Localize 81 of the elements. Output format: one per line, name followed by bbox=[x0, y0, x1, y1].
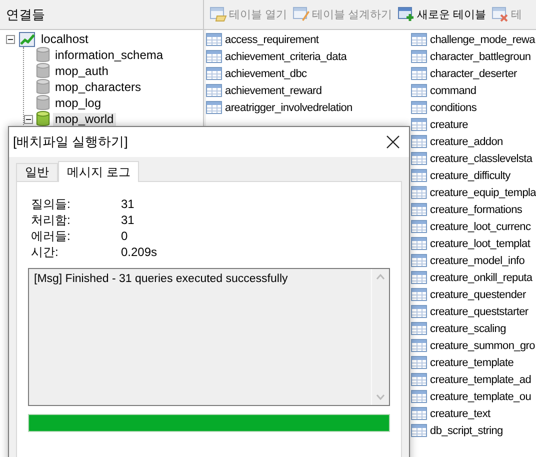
table-name[interactable]: challenge_mode_rewa bbox=[430, 34, 535, 46]
table-icon bbox=[411, 67, 427, 80]
design-table-icon bbox=[293, 7, 310, 22]
dialog-title: [배치파일 실행하기] bbox=[13, 133, 128, 151]
table-name[interactable]: creature_template_ou bbox=[430, 390, 532, 402]
table-name[interactable]: creature_queststarter bbox=[430, 306, 528, 318]
table-icon bbox=[411, 373, 427, 386]
table-name[interactable]: access_requirement bbox=[225, 34, 319, 46]
table-name[interactable]: creature_text bbox=[430, 408, 490, 420]
stat-value: 0 bbox=[121, 228, 129, 244]
table-name[interactable]: areatrigger_involvedrelation bbox=[225, 102, 352, 114]
log-line: [Msg] Finished - 31 queries executed successfully bbox=[34, 273, 289, 285]
table-icon bbox=[411, 33, 427, 46]
toolbar-button[interactable]: 새로운 테이블 bbox=[397, 7, 488, 22]
table-name[interactable]: command bbox=[430, 84, 476, 96]
tree-item[interactable]: information_schema bbox=[53, 48, 166, 62]
table-icon bbox=[411, 407, 427, 420]
table-name[interactable]: db_script_string bbox=[430, 424, 503, 436]
tree-item[interactable]: mop_characters bbox=[53, 80, 144, 94]
table-icon bbox=[411, 84, 427, 97]
table-icon bbox=[411, 203, 427, 216]
table-name[interactable]: creature_loot_templat bbox=[430, 238, 530, 250]
table-icon bbox=[411, 135, 427, 148]
table-name[interactable]: creature_model_info bbox=[430, 254, 525, 266]
stat-label: 에러들: bbox=[31, 228, 72, 244]
table-name[interactable]: creature_equip_templa bbox=[430, 186, 536, 198]
table-icon bbox=[411, 220, 427, 233]
table-icon bbox=[411, 271, 427, 284]
stat-value: 31 bbox=[121, 212, 136, 228]
stat-value: 31 bbox=[121, 196, 136, 212]
table-icon bbox=[411, 288, 427, 301]
table-name[interactable]: creature_template_ad bbox=[430, 374, 532, 386]
table-icon bbox=[411, 390, 427, 403]
server-icon bbox=[18, 30, 36, 48]
table-name[interactable]: creature_classlevelsta bbox=[430, 152, 532, 164]
table-icon bbox=[411, 356, 427, 369]
collapse-icon[interactable] bbox=[6, 34, 15, 44]
delete-table-icon bbox=[492, 7, 510, 22]
table-icon bbox=[411, 339, 427, 352]
table-name[interactable]: creature_loot_currenc bbox=[430, 220, 531, 232]
new-table-icon bbox=[398, 7, 416, 22]
table-icon bbox=[411, 305, 427, 318]
table-name[interactable]: character_deserter bbox=[430, 68, 517, 80]
table-name[interactable]: character_battlegroun bbox=[430, 50, 531, 62]
table-icon bbox=[411, 186, 427, 199]
panel-title: 연결들 bbox=[6, 6, 45, 24]
table-name[interactable]: achievement_criteria_data bbox=[225, 50, 347, 62]
tree-item[interactable]: mop_world bbox=[53, 112, 116, 126]
table-name[interactable]: conditions bbox=[430, 102, 477, 114]
table-name[interactable]: creature_formations bbox=[430, 204, 522, 216]
table-icon bbox=[411, 152, 427, 165]
table-name[interactable]: creature_template bbox=[430, 356, 514, 368]
tree-item[interactable]: mop_log bbox=[53, 96, 104, 110]
table-name[interactable]: creature_summon_gro bbox=[430, 340, 535, 352]
stat-label: 시간: bbox=[31, 244, 60, 260]
close-button[interactable] bbox=[385, 134, 401, 150]
tree-item[interactable]: mop_auth bbox=[53, 64, 110, 78]
tab[interactable]: 메시지 로그 bbox=[58, 161, 140, 182]
table-name[interactable]: creature_scaling bbox=[430, 322, 506, 334]
table-name[interactable]: creature_addon bbox=[430, 136, 503, 148]
table-icon bbox=[411, 254, 427, 267]
stat-label: 질의들: bbox=[31, 196, 72, 212]
table-icon bbox=[411, 50, 427, 63]
tab[interactable]: 일반 bbox=[16, 163, 58, 181]
table-name[interactable]: achievement_reward bbox=[225, 84, 322, 96]
collapse-icon[interactable] bbox=[24, 114, 33, 124]
table-name[interactable]: creature bbox=[430, 118, 468, 130]
table-icon bbox=[411, 237, 427, 250]
table-icon bbox=[411, 322, 427, 335]
table-name[interactable]: achievement_dbc bbox=[225, 68, 307, 80]
tree-item[interactable]: localhost bbox=[39, 32, 90, 46]
table-icon bbox=[411, 424, 427, 437]
table-icon bbox=[411, 118, 427, 131]
table-name[interactable]: creature_questender bbox=[430, 288, 526, 300]
table-name[interactable]: creature_difficulty bbox=[430, 170, 510, 182]
table-icon bbox=[411, 169, 427, 182]
stat-value: 0.209s bbox=[121, 244, 158, 260]
table-icon bbox=[411, 101, 427, 114]
table-name[interactable]: creature_onkill_reputa bbox=[430, 272, 532, 284]
stat-label: 처리함: bbox=[31, 212, 72, 228]
open-table-icon bbox=[210, 7, 227, 22]
